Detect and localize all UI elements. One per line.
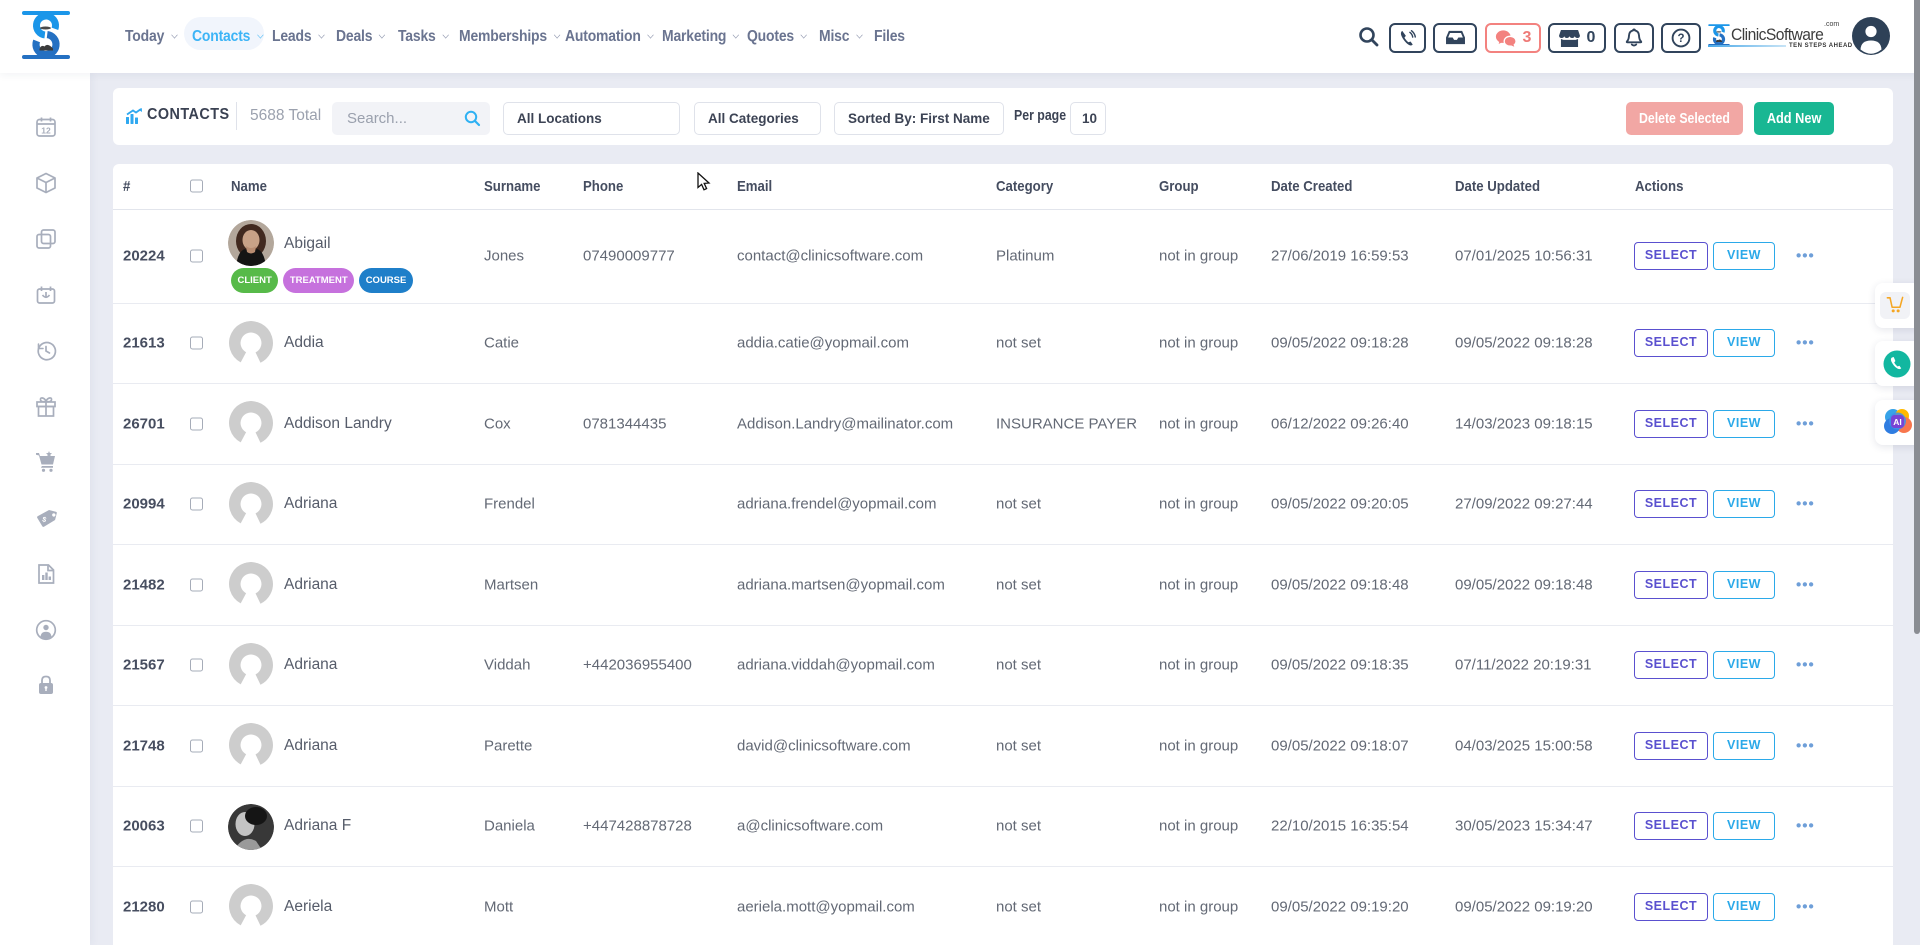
svg-text:12: 12 (41, 126, 51, 136)
svg-text:?: ? (1677, 33, 1684, 45)
svg-text:AI: AI (1893, 417, 1902, 427)
